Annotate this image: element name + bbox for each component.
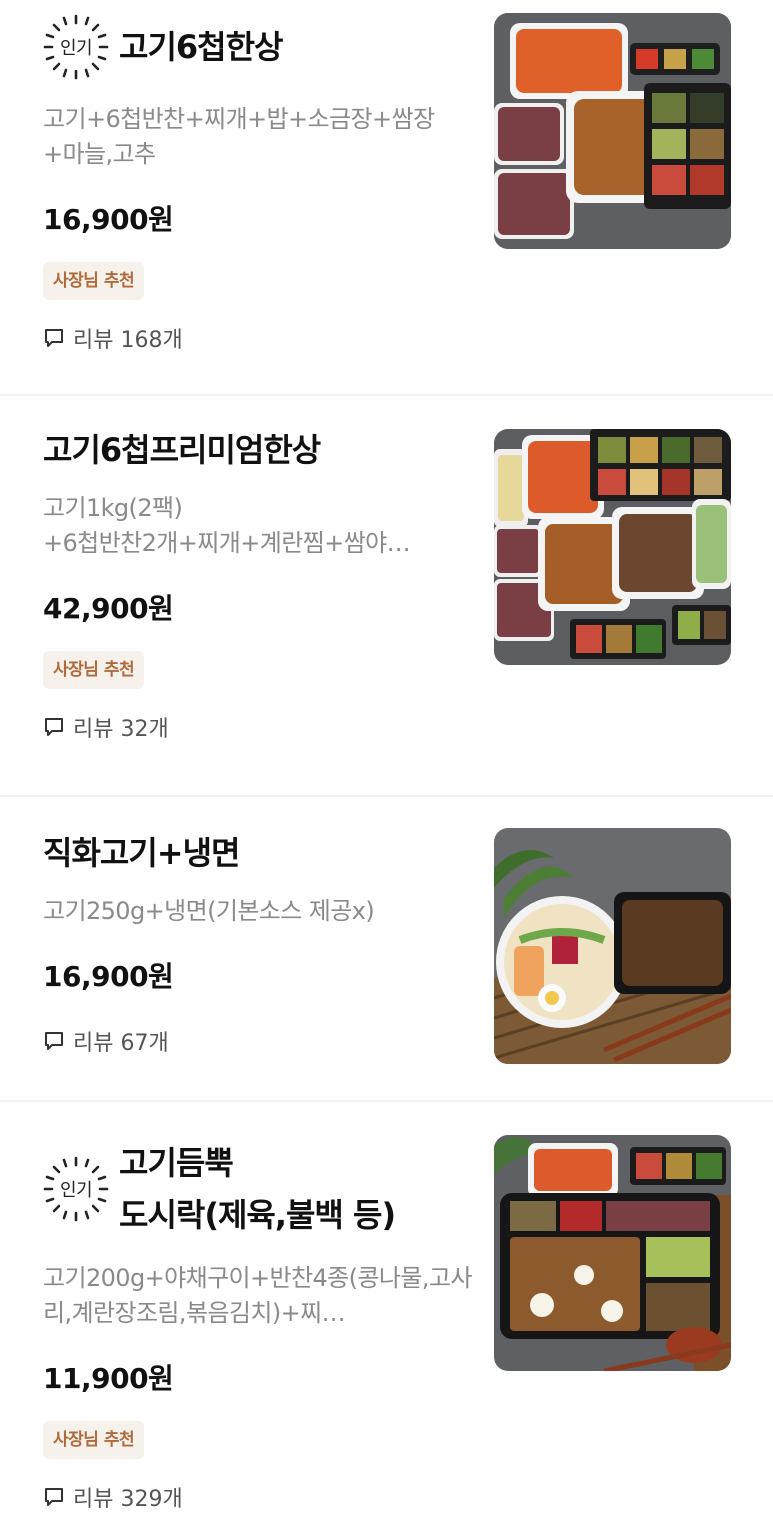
review-count-label: 리뷰 67개 [73,1031,169,1056]
menu-item[interactable]: 고기6첩프리미엄한상 고기1kg(2팩) +6첩반찬2개+찌개+계란찜+쌈야… … [0,396,773,797]
popular-badge: 인기 [41,1154,111,1224]
speech-bubble-icon [45,718,63,736]
menu-item-text: 인기 고기6첩한상 고기+6첩반찬+찌개+밥+소금장+쌈장+마늘,고추 16,9… [43,12,473,354]
item-title: 고기6첩한상 [119,28,283,66]
popular-label: 인기 [59,38,93,59]
item-title-line-1: 고기듬뿍 [119,1144,234,1182]
owner-recommend-tag: 사장님 추천 [43,651,145,689]
menu-item-photo[interactable] [494,828,731,1064]
menu-item[interactable]: 인기 고기6첩한상 고기+6첩반찬+찌개+밥+소금장+쌈장+마늘,고추 16,9… [0,0,773,396]
menu-item-text: 직화고기+냉면 고기250g+냉면(기본소스 제공x) 16,900원 리뷰 6… [43,830,473,1057]
item-description: 고기250g+냉면(기본소스 제공x) [43,897,375,925]
menu-list: 인기 고기6첩한상 고기+6첩반찬+찌개+밥+소금장+쌈장+마늘,고추 16,9… [0,0,773,1535]
review-count-label: 리뷰 32개 [73,717,169,742]
menu-item-photo[interactable] [494,1135,731,1371]
popular-label: 인기 [59,1180,93,1201]
review-count: 리뷰 67개 [43,1025,473,1057]
review-count-label: 리뷰 329개 [73,1487,183,1512]
item-description: 고기200g+야채구이+반찬4종(콩나물,고사리,계란장조림,볶음김치)+찌… [43,1264,472,1327]
review-count: 리뷰 168개 [43,322,473,354]
speech-bubble-icon [45,1032,63,1050]
owner-recommend-tag: 사장님 추천 [43,1421,145,1459]
menu-item-text: 인기 고기듬뿍 도시락(제육,불백 등) 고기200g+야채구이+반찬4종(콩나… [43,1137,473,1513]
item-title-line-2: 도시락(제육,불백 등) [119,1196,396,1234]
item-price: 42,900원 [43,592,174,625]
title-row: 인기 고기6첩한상 [43,12,473,82]
menu-item-photo[interactable] [494,429,731,665]
item-description: 고기1kg(2팩) +6첩반찬2개+찌개+계란찜+쌈야… [43,494,411,557]
item-title: 고기듬뿍 도시락(제육,불백 등) [119,1137,396,1241]
item-price: 16,900원 [43,960,174,993]
speech-bubble-icon [45,1488,63,1506]
owner-recommend-tag: 사장님 추천 [43,262,145,300]
item-title: 고기6첩프리미엄한상 [43,431,321,469]
menu-item[interactable]: 인기 고기듬뿍 도시락(제육,불백 등) 고기200g+야채구이+반찬4종(콩나… [0,1102,773,1535]
speech-bubble-icon [45,329,63,347]
menu-item[interactable]: 직화고기+냉면 고기250g+냉면(기본소스 제공x) 16,900원 리뷰 6… [0,797,773,1102]
menu-item-text: 고기6첩프리미엄한상 고기1kg(2팩) +6첩반찬2개+찌개+계란찜+쌈야… … [43,427,473,743]
review-count-label: 리뷰 168개 [73,328,183,353]
review-count: 리뷰 32개 [43,711,473,743]
item-title: 직화고기+냉면 [43,834,240,872]
title-row: 인기 고기듬뿍 도시락(제육,불백 등) [43,1137,473,1241]
review-count: 리뷰 329개 [43,1481,473,1513]
item-price: 11,900원 [43,1362,174,1395]
item-price: 16,900원 [43,203,174,236]
item-description: 고기+6첩반찬+찌개+밥+소금장+쌈장+마늘,고추 [43,105,435,168]
popular-badge: 인기 [41,12,111,82]
menu-item-photo[interactable] [494,13,731,249]
